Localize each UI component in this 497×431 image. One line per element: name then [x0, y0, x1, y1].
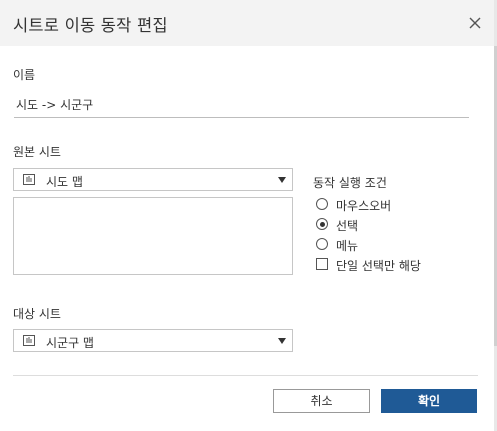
single-select-checkbox[interactable] — [316, 258, 328, 270]
radio-hover-circle[interactable] — [316, 198, 328, 210]
radio-menu-label: 메뉴 — [336, 239, 359, 253]
target-sheet-select[interactable]: 시군구 맵 — [13, 329, 293, 352]
dialog-title: 시트로 이동 동작 편집 — [13, 16, 168, 35]
radio-select-label: 선택 — [336, 219, 359, 233]
single-select-label: 단일 선택만 해당 — [336, 259, 421, 273]
sheet-icon — [23, 335, 35, 346]
ok-button[interactable]: 확인 — [381, 389, 477, 413]
edit-go-to-sheet-action-dialog: 시트로 이동 동작 편집 이름 원본 시트 시도 맵 동작 실행 조건 마우스오… — [0, 0, 497, 431]
target-sheet-value: 시군구 맵 — [46, 336, 94, 350]
radio-hover-label: 마우스오버 — [336, 199, 392, 213]
sheet-icon — [23, 174, 35, 185]
close-button[interactable] — [466, 14, 484, 32]
target-sheet-label: 대상 시트 — [13, 307, 61, 321]
close-icon — [469, 17, 481, 29]
radio-selected-dot — [319, 221, 325, 227]
source-sheet-label: 원본 시트 — [13, 145, 61, 159]
cancel-button[interactable]: 취소 — [273, 389, 370, 413]
name-label: 이름 — [13, 68, 36, 82]
source-sheet-select[interactable]: 시도 맵 — [13, 168, 293, 191]
dialog-header: 시트로 이동 동작 편집 — [0, 0, 494, 46]
radio-select-circle[interactable] — [316, 218, 328, 230]
chevron-down-icon — [278, 177, 286, 183]
source-sheet-list[interactable] — [13, 197, 293, 275]
name-input[interactable] — [14, 94, 469, 118]
run-condition-label: 동작 실행 조건 — [313, 176, 387, 190]
source-sheet-value: 시도 맵 — [46, 175, 83, 189]
radio-menu-circle[interactable] — [316, 238, 328, 250]
footer-divider — [13, 375, 478, 376]
chevron-down-icon — [278, 338, 286, 344]
